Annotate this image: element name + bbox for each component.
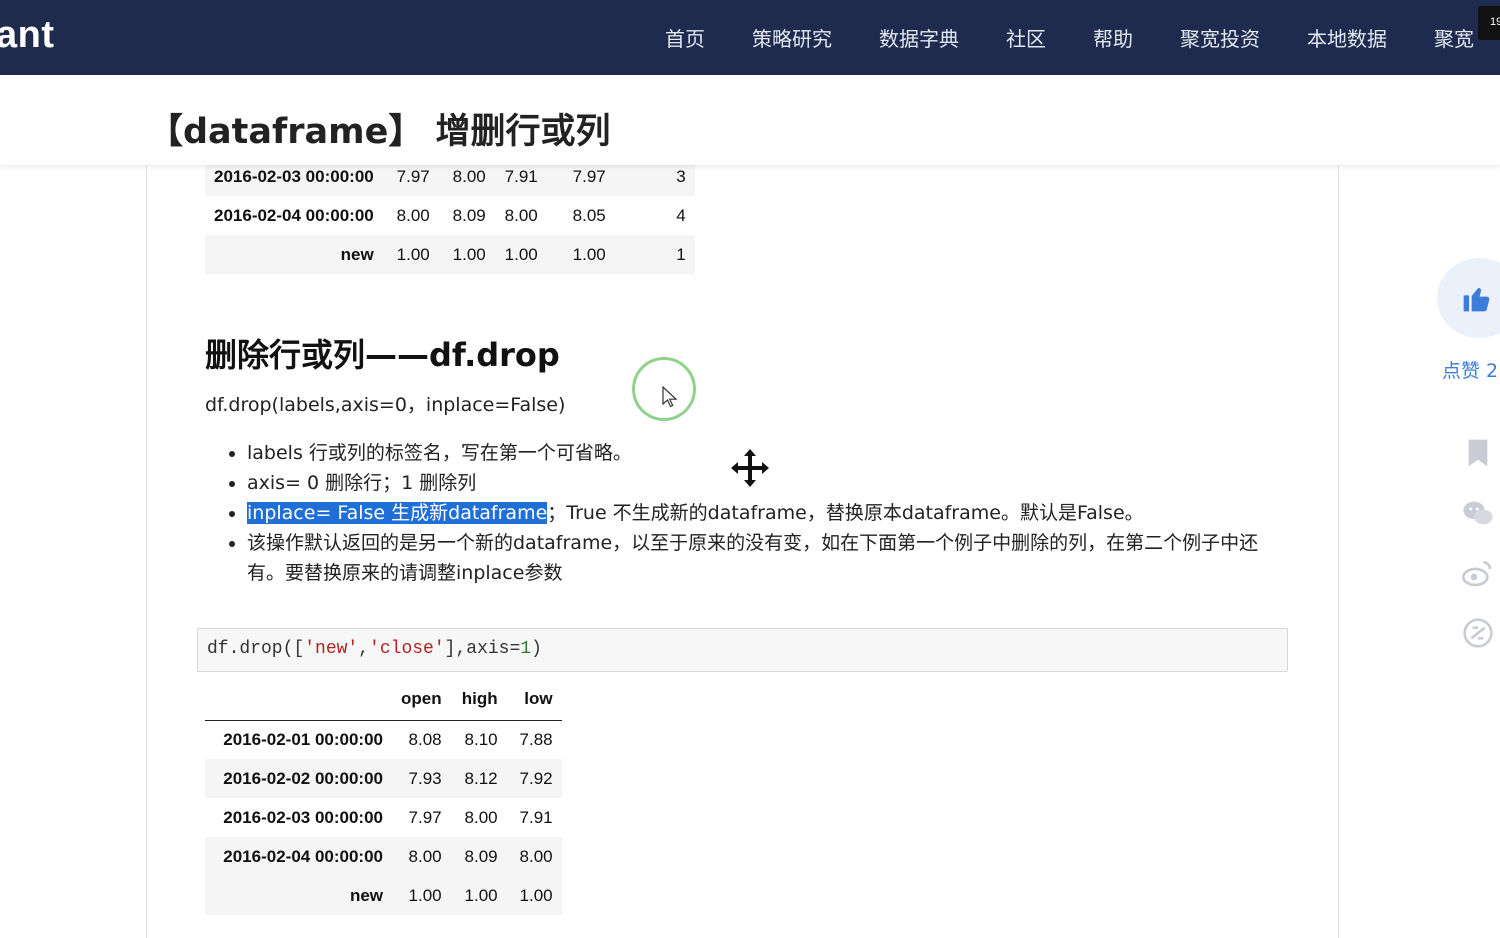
table-cell: 8.09: [464, 846, 498, 866]
code-number: 1: [520, 639, 532, 659]
nav-item-local-data[interactable]: 本地数据: [1307, 23, 1387, 52]
row-index: new: [340, 244, 374, 264]
column-header: open: [392, 678, 451, 721]
corner-badge: 19: [1478, 6, 1500, 40]
bullet-text: ；True 不生成新的dataframe，替换原本dataframe。默认是Fa…: [547, 502, 1144, 524]
table-cell: 8.08: [408, 729, 442, 749]
row-index: 2016-02-04 00:00:00: [214, 205, 374, 225]
code-cell[interactable]: df.drop(['new','close'],axis=1): [197, 628, 1288, 672]
nav-item-help[interactable]: 帮助: [1093, 23, 1133, 52]
table-cell: 4: [676, 205, 686, 225]
table-cell: 8.05: [572, 205, 606, 225]
code-string: 'close': [369, 639, 445, 659]
table-cell: 1: [676, 244, 686, 264]
table-cell: 8.00: [519, 846, 553, 866]
table-row: 2016-02-04 00:00:00 8.00 8.09 8.00 8.05 …: [205, 196, 695, 235]
table-cell: 8.00: [396, 205, 430, 225]
table-cell: 8.00: [464, 807, 498, 827]
table-row: new 1.00 1.00 1.00: [205, 876, 562, 915]
table-cell: 1.00: [519, 885, 553, 905]
table-cell: 1.00: [464, 885, 498, 905]
index-header: [205, 678, 392, 721]
code-token: ,: [358, 639, 370, 659]
table-cell: 1.00: [452, 244, 486, 264]
move-cursor-icon: [731, 449, 769, 487]
nav-item-strategy-research[interactable]: 策略研究: [752, 23, 832, 52]
bullet-text: labels 行或列的标签名，写在第一个可省略。: [247, 442, 632, 464]
share-icon[interactable]: [1462, 617, 1494, 649]
like-count-label[interactable]: 点赞 2: [1442, 356, 1498, 383]
dataframe-table-output: open high low 2016-02-01 00:00:00 8.08 8…: [205, 678, 562, 915]
main-nav: 首页 策略研究 数据字典 社区 帮助 聚宽投资 本地数据 聚宽: [665, 0, 1500, 75]
weibo-icon[interactable]: [1462, 557, 1494, 589]
list-item: 该操作默认返回的是另一个新的dataframe，以至于原来的没有变，如在下面第一…: [247, 528, 1287, 588]
selected-text[interactable]: inplace= False 生成新dataframe: [247, 502, 548, 524]
table-row: 2016-02-04 00:00:00 8.00 8.09 8.00: [205, 837, 562, 876]
bullet-text: axis= 0 删除行；1 删除列: [247, 472, 477, 494]
table-header-row: open high low: [205, 678, 562, 721]
table-cell: 8.09: [452, 205, 486, 225]
nav-item-data-dictionary[interactable]: 数据字典: [879, 23, 959, 52]
table-cell: 7.97: [408, 807, 442, 827]
dataframe-table-top: 2016-02-03 00:00:00 7.97 8.00 7.91 7.97 …: [205, 157, 695, 274]
row-index: 2016-02-03 00:00:00: [223, 807, 383, 827]
table-cell: 8.12: [464, 768, 498, 788]
code-token: ): [531, 639, 542, 659]
table-cell: 1.00: [396, 244, 430, 264]
section-heading: 删除行或列——df.drop: [205, 336, 560, 374]
function-signature: df.drop(labels,axis=0，inplace=False): [205, 394, 566, 416]
table-cell: 7.91: [519, 807, 553, 827]
top-navbar: ant 首页 策略研究 数据字典 社区 帮助 聚宽投资 本地数据 聚宽 19: [0, 0, 1500, 75]
row-index: 2016-02-01 00:00:00: [223, 729, 383, 749]
nav-item-home[interactable]: 首页: [665, 23, 705, 52]
table-cell: 7.88: [519, 729, 553, 749]
table-cell: 1.00: [408, 885, 442, 905]
nav-item-joinquant-invest[interactable]: 聚宽投资: [1180, 23, 1260, 52]
table-cell: 7.93: [408, 768, 442, 788]
row-index: new: [349, 885, 383, 905]
mouse-cursor-icon: [662, 386, 678, 408]
brand-logo[interactable]: ant: [0, 14, 55, 57]
table-row: 2016-02-01 00:00:00 8.08 8.10 7.88: [205, 720, 562, 759]
code-string: 'new': [304, 639, 359, 659]
table-cell: 8.10: [464, 729, 498, 749]
nav-item-more[interactable]: 聚宽: [1434, 23, 1474, 52]
row-index: 2016-02-02 00:00:00: [223, 768, 383, 788]
nav-item-community[interactable]: 社区: [1006, 23, 1046, 52]
title-bar: 【dataframe】 增删行或列: [0, 75, 1500, 165]
table-cell: 7.92: [519, 768, 553, 788]
wechat-icon[interactable]: [1462, 497, 1494, 529]
table-cell: 1.00: [504, 244, 538, 264]
table-row: 2016-02-03 00:00:00 7.97 8.00 7.91: [205, 798, 562, 837]
column-header: low: [506, 678, 562, 721]
row-index: 2016-02-04 00:00:00: [223, 846, 383, 866]
thumbs-up-icon[interactable]: [1461, 282, 1493, 314]
table-row: new 1.00 1.00 1.00 1.00 1: [205, 235, 695, 274]
table-cell: 1.00: [572, 244, 606, 264]
column-header: high: [450, 678, 507, 721]
list-item: inplace= False 生成新dataframe；True 不生成新的da…: [247, 498, 1287, 528]
code-token: df.drop([: [207, 639, 305, 659]
table-cell: 8.00: [408, 846, 442, 866]
table-row: 2016-02-02 00:00:00 7.93 8.12 7.92: [205, 759, 562, 798]
code-token: ],axis=: [444, 639, 521, 659]
table-cell: 8.00: [504, 205, 538, 225]
bookmark-icon[interactable]: [1462, 437, 1494, 469]
page-title: 【dataframe】 增删行或列: [148, 112, 611, 152]
bullet-text: 该操作默认返回的是另一个新的dataframe，以至于原来的没有变，如在下面第一…: [247, 532, 1259, 584]
